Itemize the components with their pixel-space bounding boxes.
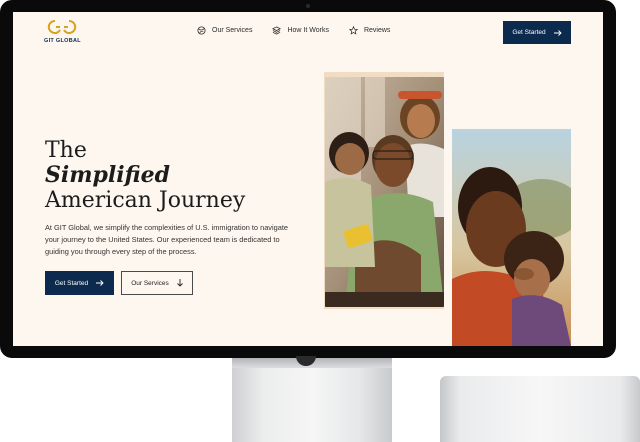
main-nav: Our Services How It Works Reviews	[197, 26, 390, 35]
our-services-button[interactable]: Our Services	[121, 271, 193, 295]
brand-logo[interactable]: GIT GLOBAL	[44, 18, 84, 46]
hero-title-line-3: American Journey	[45, 188, 246, 213]
computer-tower	[440, 376, 640, 442]
nav-reviews[interactable]: Reviews	[348, 26, 391, 35]
nav-label: Our Services	[212, 27, 253, 34]
hero-title-line-1: The	[45, 138, 87, 163]
arrow-right-icon	[553, 29, 562, 36]
monitor: GIT GLOBAL Our Services How It Works Rev…	[0, 0, 616, 358]
website-screen: GIT GLOBAL Our Services How It Works Rev…	[13, 12, 603, 346]
nav-how-it-works[interactable]: How It Works	[272, 26, 329, 35]
family-photo-1	[325, 77, 444, 307]
father-daughter-illustration	[452, 129, 571, 346]
hero-title-line-2: Simplified	[45, 162, 170, 188]
nav-label: Reviews	[363, 27, 391, 34]
button-label: Get Started	[512, 29, 546, 36]
family-photo-2	[452, 129, 571, 346]
arrow-right-icon	[96, 280, 104, 286]
arrow-down-icon	[176, 279, 183, 287]
nav-our-services[interactable]: Our Services	[197, 26, 252, 35]
button-label: Our Services	[131, 279, 169, 287]
monitor-stand	[232, 356, 392, 442]
globe-icon	[197, 26, 206, 35]
family-photo-illustration	[325, 77, 444, 307]
header-get-started-button[interactable]: Get Started	[503, 21, 571, 44]
camera-dot	[306, 4, 310, 8]
button-label: Get Started	[54, 279, 89, 287]
star-icon	[348, 26, 358, 35]
logo-mark-icon	[47, 19, 77, 34]
brand-name: GIT GLOBAL	[44, 38, 81, 44]
layers-icon	[272, 26, 282, 35]
hero-description: At GIT Global, we simplify the complexit…	[45, 223, 289, 256]
nav-label: How It Works	[287, 27, 329, 34]
get-started-button[interactable]: Get Started	[45, 271, 114, 295]
